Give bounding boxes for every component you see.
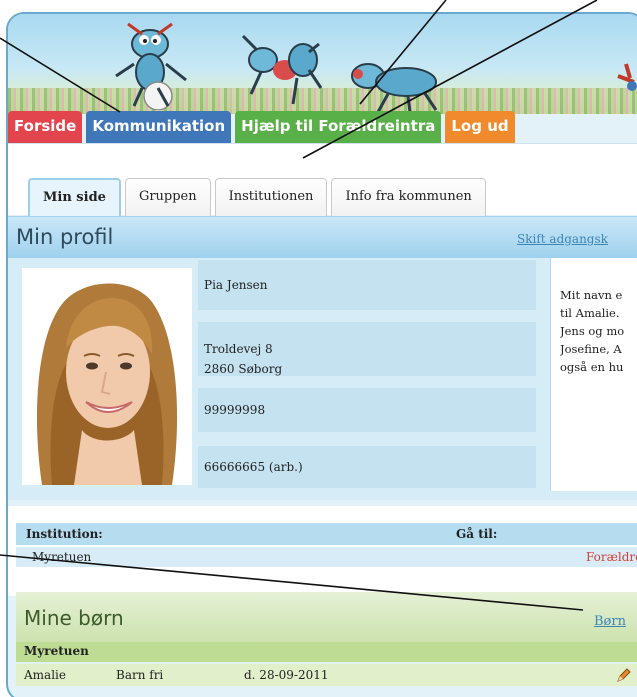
institution-row: Myretuen Forældre <box>16 547 637 567</box>
tab-min-side[interactable]: Min side <box>28 178 121 216</box>
institution-name: Myretuen <box>32 550 92 564</box>
description-line: Mit navn e <box>560 288 623 302</box>
app-frame: Forside Kommunikation Hjælp til Forældre… <box>6 12 637 697</box>
profile-description: Mit navn e til Amalie. Jens og mo Josefi… <box>560 286 637 376</box>
work-phone-field: 66666665 (arb.) <box>198 446 536 488</box>
description-line: til Amalie. <box>560 306 620 320</box>
institution-header-row: Institution: Gå til: <box>16 523 637 545</box>
description-line: også en hu <box>560 360 624 374</box>
nav-log-ud[interactable]: Log ud <box>445 111 515 143</box>
description-line: Jens og mo <box>560 324 625 338</box>
child-status: Barn fri <box>116 668 164 682</box>
address-line-1: Troldevej 8 <box>204 342 273 356</box>
children-header: Mine børn Børn <box>16 592 637 642</box>
profile-header: Min profil Skift adgangsk <box>8 216 637 258</box>
main-nav: Forside Kommunikation Hjælp til Forældre… <box>8 111 515 143</box>
children-link[interactable]: Børn <box>594 614 626 629</box>
header-banner <box>8 14 637 114</box>
address-line-2: 2860 Søborg <box>204 362 283 376</box>
child-date: d. 28-09-2011 <box>244 668 329 682</box>
institution-header: Institution: <box>26 527 103 541</box>
child-row[interactable]: Amalie Barn fri d. 28-09-2011 <box>16 664 637 686</box>
children-title: Mine børn <box>24 606 124 630</box>
nav-hjaelp[interactable]: Hjælp til Forældreintra <box>235 111 442 143</box>
children-group-row: Myretuen <box>16 642 637 662</box>
edit-pencil-icon[interactable] <box>616 667 632 683</box>
institution-section: Institution: Gå til: Myretuen Forældre <box>8 506 637 596</box>
ant-illustration-4 <box>617 63 637 91</box>
name-field: Pia Jensen <box>198 260 536 310</box>
ant-illustration-2 <box>241 34 323 105</box>
change-password-link[interactable]: Skift adgangsk <box>517 232 608 246</box>
nav-forside[interactable]: Forside <box>8 111 83 143</box>
tab-institutionen[interactable]: Institutionen <box>214 178 328 216</box>
tab-info-fra-kommunen[interactable]: Info fra kommunen <box>331 178 486 216</box>
tab-strip: Min side Gruppen Institutionen Info fra … <box>8 143 637 216</box>
goto-header: Gå til: <box>456 527 498 541</box>
description-line: Josefine, A <box>560 342 622 356</box>
tab-gruppen[interactable]: Gruppen <box>124 178 211 216</box>
goto-foraeldre-link[interactable]: Forældre <box>586 550 637 564</box>
ant-illustration-1 <box>115 22 187 110</box>
address-field: Troldevej 8 2860 Søborg <box>198 322 536 376</box>
child-name: Amalie <box>24 668 66 682</box>
profile-photo <box>22 268 192 485</box>
profile-title: Min profil <box>16 225 114 249</box>
children-group-name: Myretuen <box>24 644 89 658</box>
profile-body: Pia Jensen Troldevej 8 2860 Søborg 99999… <box>8 258 637 500</box>
ant-illustration-3 <box>351 63 438 113</box>
phone-field: 99999998 <box>198 388 536 432</box>
nav-kommunikation[interactable]: Kommunikation <box>86 111 232 143</box>
